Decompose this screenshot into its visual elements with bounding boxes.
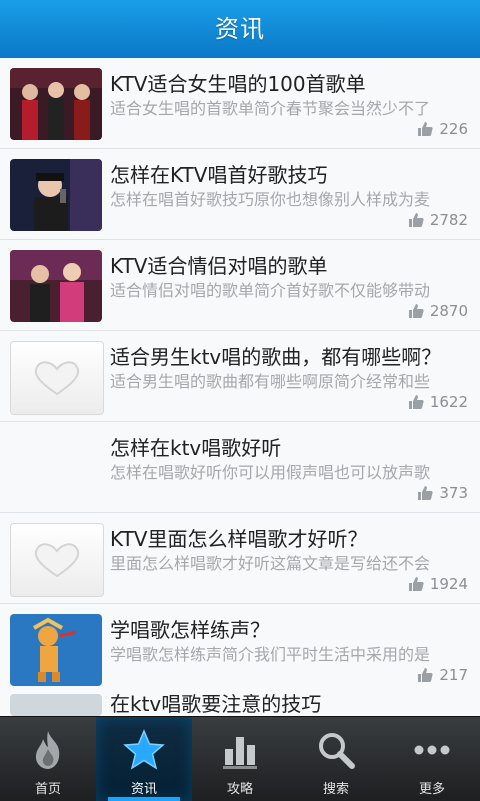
- article-thumbnail: [10, 614, 102, 686]
- like-count-value: 1622: [429, 393, 468, 411]
- article-summary: 适合女生唱的首歌单简介春节聚会当然少不了: [110, 99, 431, 118]
- thumbs-up-icon: [418, 486, 433, 500]
- article-summary: 学唱歌怎样练声简介我们平时生活中采用的是: [110, 645, 431, 664]
- app-header: 资讯: [0, 0, 480, 58]
- list-item[interactable]: 怎样在KTV唱首好歌技巧 怎样在唱首好歌技巧原你也想像别人样成为麦 2782: [0, 149, 480, 240]
- list-item[interactable]: 学唱歌怎样练声？ 学唱歌怎样练声简介我们平时生活中采用的是 217: [0, 604, 480, 695]
- like-count: 2870: [408, 302, 468, 320]
- tab-label: 首页: [34, 782, 61, 797]
- like-count: 217: [417, 666, 468, 684]
- list-item[interactable]: 怎样在ktv唱歌好听 怎样在唱歌好听你可以用假声唱也可以放声歌 373: [0, 422, 480, 513]
- list-item[interactable]: 适合男生ktv唱的歌曲，都有哪些啊？ 适合男生唱的歌曲都有哪些啊原简介经常和些 …: [0, 331, 480, 422]
- like-count-value: 226: [439, 120, 468, 138]
- article-title[interactable]: KTV适合情侣对唱的歌单: [110, 250, 468, 279]
- heart-icon: [34, 543, 80, 578]
- placeholder-thumbnail: [10, 341, 104, 415]
- like-count-value: 2782: [429, 211, 468, 229]
- article-title[interactable]: 怎样在KTV唱首好歌技巧: [110, 159, 468, 188]
- thumbs-up-icon: [418, 122, 433, 136]
- active-tab-indicator: [108, 797, 180, 801]
- article-list[interactable]: KTV适合女生唱的100首歌单 适合女生唱的首歌单简介春节聚会当然少不了 226…: [0, 58, 480, 716]
- like-count: 373: [417, 484, 468, 502]
- article-title[interactable]: KTV适合女生唱的100首歌单: [110, 68, 468, 97]
- flame-icon: [35, 731, 60, 769]
- like-count-value: 373: [439, 484, 468, 502]
- bottom-tab-bar: 首页 资讯 攻略 搜索 更多: [0, 716, 480, 801]
- like-count-value: 217: [439, 666, 468, 684]
- tab-search[interactable]: 搜索: [288, 717, 384, 801]
- like-count: 1622: [408, 393, 468, 411]
- tab-more[interactable]: 更多: [384, 717, 480, 801]
- like-count-value: 2870: [429, 302, 468, 320]
- star-icon: [123, 729, 165, 770]
- tab-label: 攻略: [226, 782, 253, 797]
- thumbs-up-icon: [408, 395, 424, 409]
- list-item[interactable]: KTV里面怎么样唱歌才好听？ 里面怎么样唱歌才好听这篇文章是写给还不会 1924: [0, 513, 480, 604]
- placeholder-thumbnail: [10, 523, 104, 597]
- like-count: 226: [417, 120, 468, 138]
- article-thumbnail: [10, 250, 102, 322]
- like-count-value: 1924: [429, 575, 468, 593]
- tab-label: 更多: [418, 782, 445, 797]
- like-count: 2782: [408, 211, 468, 229]
- search-icon: [319, 733, 355, 769]
- article-thumbnail: [10, 68, 102, 140]
- more-dots-icon: [414, 745, 450, 755]
- article-title[interactable]: KTV里面怎么样唱歌才好听？: [110, 523, 468, 552]
- article-title[interactable]: 学唱歌怎样练声？: [110, 614, 468, 643]
- tab-home[interactable]: 首页: [0, 717, 96, 801]
- thumbs-up-icon: [408, 304, 424, 318]
- bar-chart-icon: [223, 737, 257, 769]
- article-summary: 怎样在唱歌好听你可以用假声唱也可以放声歌: [110, 463, 431, 482]
- list-item[interactable]: KTV适合情侣对唱的歌单 适合情侣对唱的歌单简介首好歌不仅能够带动 2870: [0, 240, 480, 331]
- thumbs-up-icon: [408, 213, 424, 227]
- article-title[interactable]: 适合男生ktv唱的歌曲，都有哪些啊？: [110, 341, 468, 370]
- thumbs-up-icon: [408, 577, 424, 591]
- article-thumbnail: [10, 694, 102, 716]
- thumbs-up-icon: [418, 668, 433, 682]
- tab-guide[interactable]: 攻略: [192, 717, 288, 801]
- tab-news[interactable]: 资讯: [96, 717, 192, 801]
- list-item[interactable]: KTV适合女生唱的100首歌单 适合女生唱的首歌单简介春节聚会当然少不了 226: [0, 58, 480, 149]
- article-title[interactable]: 怎样在ktv唱歌好听: [110, 432, 468, 461]
- list-item-partial[interactable]: 在ktv唱歌要注意的技巧: [0, 694, 480, 716]
- article-thumbnail: [10, 159, 102, 231]
- tab-label: 资讯: [130, 782, 157, 797]
- page-title: 资讯: [215, 15, 265, 43]
- heart-icon: [34, 361, 80, 396]
- like-count: 1924: [408, 575, 468, 593]
- article-title[interactable]: 在ktv唱歌要注意的技巧: [110, 694, 321, 716]
- tab-label: 搜索: [322, 782, 349, 797]
